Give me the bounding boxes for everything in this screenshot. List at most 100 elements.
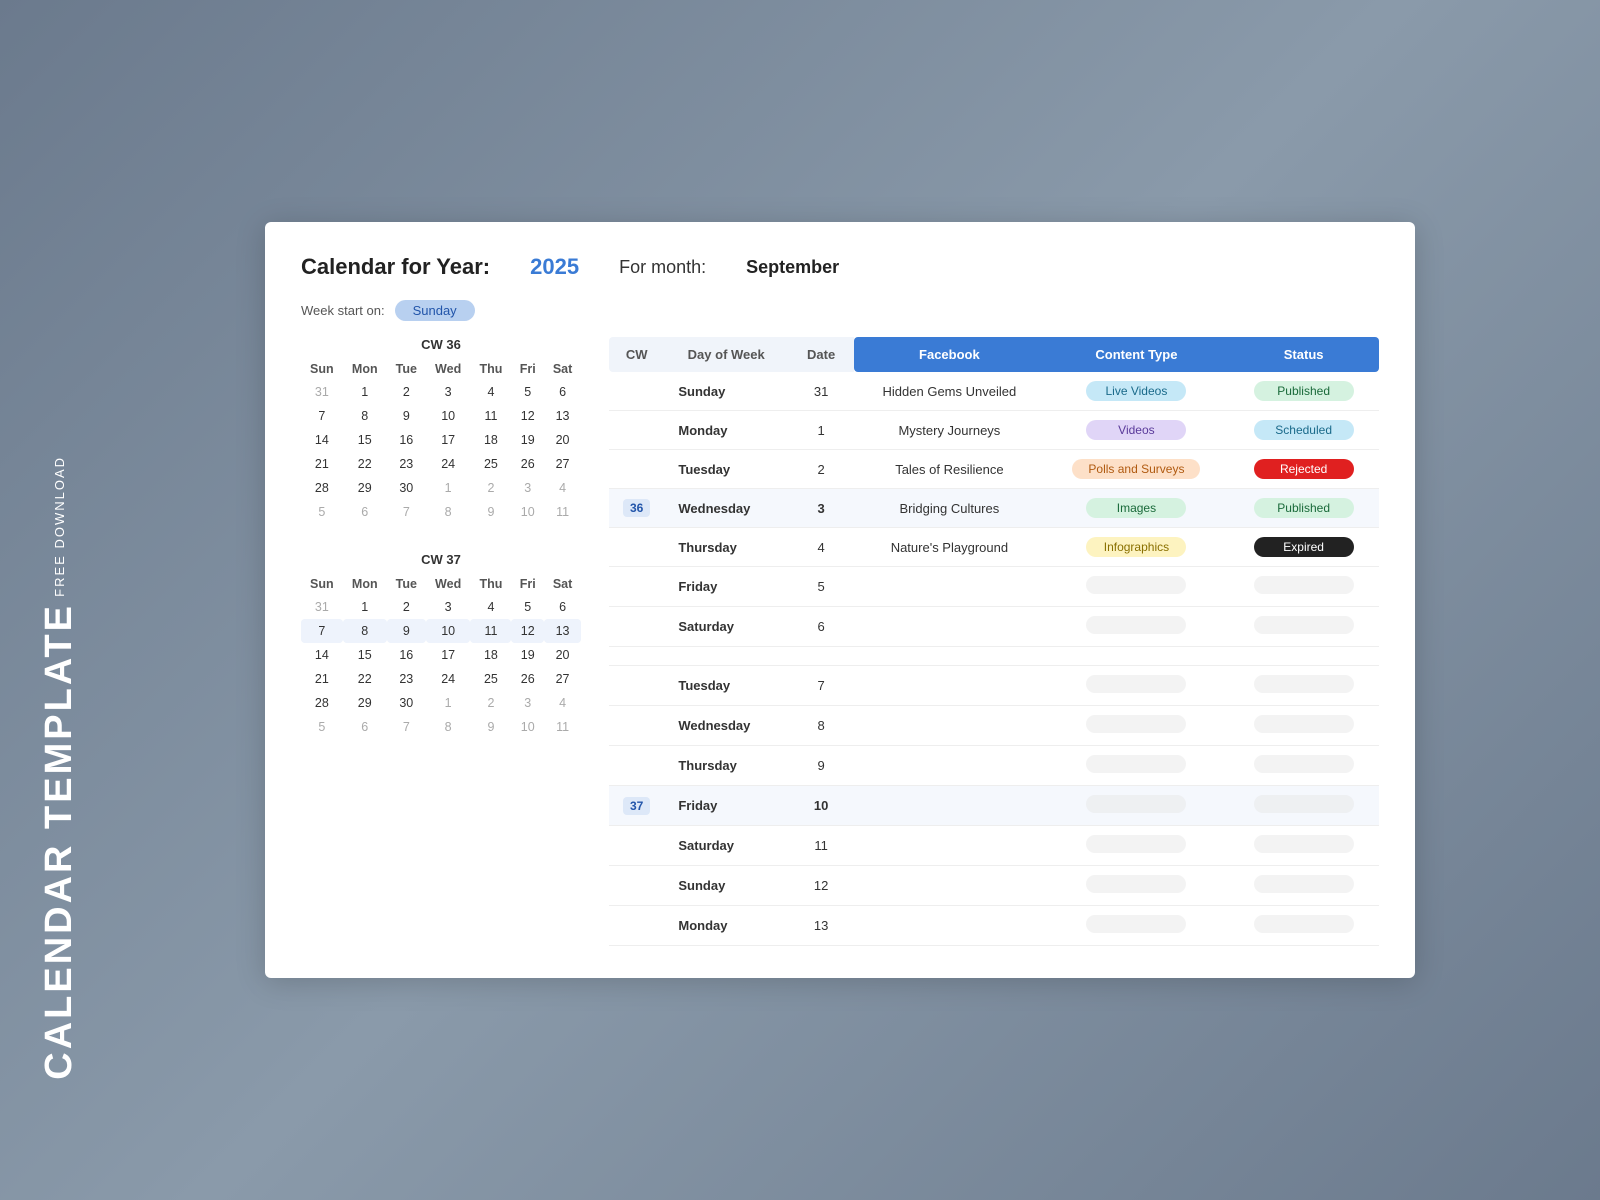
cal-week-row: 5 6 7 8 9 10 11 [301, 500, 581, 524]
row-day: Friday [664, 786, 788, 826]
cal-day: 11 [470, 404, 511, 428]
cal-day: 19 [511, 643, 544, 667]
cal-day: 7 [387, 715, 426, 739]
cal-day: 31 [301, 380, 343, 404]
th-date: Date [788, 337, 854, 372]
cal-week-row: 28 29 30 1 2 3 4 [301, 691, 581, 715]
schedule-row: Monday 13 [609, 906, 1379, 946]
cal-day: 27 [544, 667, 581, 691]
row-content-type [1045, 786, 1229, 826]
row-content-type [1045, 666, 1229, 706]
row-facebook: Hidden Gems Unveiled [854, 372, 1044, 411]
cal-day: 18 [470, 643, 511, 667]
cal-day: 27 [544, 452, 581, 476]
row-day: Thursday [664, 746, 788, 786]
row-date: 31 [788, 372, 854, 411]
cal-day: 1 [343, 380, 387, 404]
schedule-row: 36 Wednesday 3 Bridging Cultures Images … [609, 489, 1379, 528]
cal-header-sat: Sat [544, 573, 581, 595]
cal-week-row: 14 15 16 17 18 19 20 [301, 428, 581, 452]
row-cw [609, 746, 664, 786]
week-start-row: Week start on: Sunday [301, 300, 1379, 321]
row-content-type: Live Videos [1045, 372, 1229, 411]
row-date: 7 [788, 666, 854, 706]
cal-day: 15 [343, 428, 387, 452]
main-card: Calendar for Year: 2025 For month: Septe… [265, 222, 1415, 978]
header-for-month-label: For month: [619, 257, 706, 278]
cal-day: 24 [426, 452, 471, 476]
row-cw: 36 [609, 489, 664, 528]
row-date: 2 [788, 450, 854, 489]
row-status [1228, 666, 1379, 706]
schedule-section: CW Day of Week Date Facebook Content Typ… [609, 337, 1379, 946]
status-badge: Expired [1254, 537, 1354, 557]
cal-day: 7 [387, 500, 426, 524]
sidebar-calendar-template: CALENDAR TEMPLATE [40, 603, 78, 1080]
row-date: 11 [788, 826, 854, 866]
empty-content-badge [1086, 915, 1186, 933]
row-date: 13 [788, 906, 854, 946]
cal-day: 10 [426, 619, 471, 643]
header-month: September [746, 257, 839, 278]
cw36-label: CW 36 [301, 337, 581, 352]
cal-day: 1 [426, 691, 471, 715]
th-content-type: Content Type [1045, 337, 1229, 372]
row-cw [609, 826, 664, 866]
row-cw [609, 906, 664, 946]
cal-day: 6 [544, 595, 581, 619]
cal-day: 6 [343, 500, 387, 524]
cal-day: 5 [511, 380, 544, 404]
schedule-row: Thursday 9 [609, 746, 1379, 786]
row-facebook: Mystery Journeys [854, 411, 1044, 450]
week-start-button[interactable]: Sunday [395, 300, 475, 321]
row-day: Tuesday [664, 450, 788, 489]
status-badge: Scheduled [1254, 420, 1354, 440]
th-day-of-week: Day of Week [664, 337, 788, 372]
row-status: Expired [1228, 528, 1379, 567]
cal-day: 28 [301, 476, 343, 500]
cal-day: 12 [511, 619, 544, 643]
empty-status-badge [1254, 915, 1354, 933]
th-facebook: Facebook [854, 337, 1044, 372]
cal-day: 9 [387, 404, 426, 428]
cal-day: 25 [470, 452, 511, 476]
cal-day: 7 [301, 404, 343, 428]
row-day: Wednesday [664, 706, 788, 746]
cal-header-mon: Mon [343, 573, 387, 595]
empty-content-badge [1086, 576, 1186, 594]
cal-day: 21 [301, 452, 343, 476]
content-type-badge: Polls and Surveys [1072, 459, 1200, 479]
schedule-row: Sunday 12 [609, 866, 1379, 906]
row-status [1228, 567, 1379, 607]
cal-header-thu: Thu [470, 573, 511, 595]
row-date: 12 [788, 866, 854, 906]
row-date: 5 [788, 567, 854, 607]
row-facebook [854, 666, 1044, 706]
row-facebook [854, 746, 1044, 786]
cal-day: 3 [426, 380, 471, 404]
cal-day: 3 [426, 595, 471, 619]
cal-day: 8 [426, 715, 471, 739]
main-layout: CW 36 Sun Mon Tue Wed Thu Fri Sat [301, 337, 1379, 946]
row-day: Thursday [664, 528, 788, 567]
cal-day: 13 [544, 404, 581, 428]
row-status: Rejected [1228, 450, 1379, 489]
cal-header-wed: Wed [426, 573, 471, 595]
content-type-badge: Images [1086, 498, 1186, 518]
cal-week-row: 14 15 16 17 18 19 20 [301, 643, 581, 667]
empty-status-badge [1254, 675, 1354, 693]
cal-day: 22 [343, 452, 387, 476]
cw37-label: CW 37 [301, 552, 581, 567]
cal-day: 25 [470, 667, 511, 691]
row-content-type [1045, 746, 1229, 786]
cal-header-sat: Sat [544, 358, 581, 380]
status-badge: Published [1254, 498, 1354, 518]
cal-week-row: 7 8 9 10 11 12 13 [301, 619, 581, 643]
cal-day: 6 [544, 380, 581, 404]
row-content-type [1045, 826, 1229, 866]
row-cw [609, 666, 664, 706]
cal-day: 21 [301, 667, 343, 691]
row-cw [609, 866, 664, 906]
empty-status-badge [1254, 755, 1354, 773]
row-cw [609, 411, 664, 450]
